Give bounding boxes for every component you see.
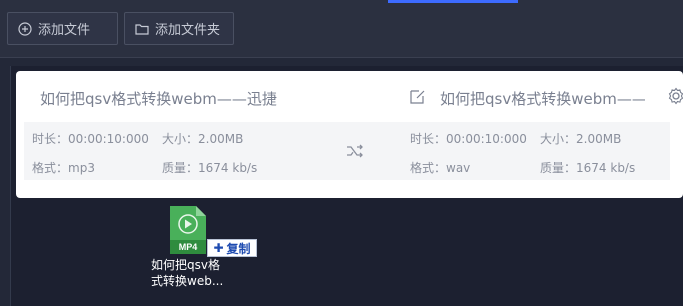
conversion-task-card[interactable]: 如何把qsv格式转换webm——迅捷 如何把qsv格式转换webm—— 时长：0…: [16, 71, 683, 198]
target-file-name[interactable]: 如何把qsv格式转换webm——: [440, 88, 645, 109]
toolbar: 添加文件 添加文件夹: [0, 0, 683, 57]
add-folder-label: 添加文件夹: [155, 23, 221, 38]
target-format: 格式：wav: [410, 161, 471, 175]
folder-icon: [135, 23, 149, 35]
target-quality: 质量：1674 kb/s: [540, 161, 636, 175]
copy-label: 复制: [226, 241, 251, 256]
add-folder-button[interactable]: 添加文件夹: [124, 12, 234, 45]
copy-drop-indicator: ✚ 复制: [207, 239, 257, 257]
source-format: 格式：mp3: [32, 161, 95, 175]
target-size: 大小：2.00MB: [540, 132, 622, 146]
shuffle-icon: [347, 144, 363, 158]
source-duration: 时长：00:00:10:000: [32, 132, 149, 146]
source-size: 大小：2.00MB: [162, 132, 244, 146]
target-duration: 时长：00:00:10:000: [410, 132, 527, 146]
source-file-name: 如何把qsv格式转换webm——迅捷: [40, 90, 277, 108]
add-file-label: 添加文件: [38, 23, 91, 38]
add-file-button[interactable]: 添加文件: [7, 12, 118, 45]
plus-icon: ✚: [213, 241, 224, 255]
edit-icon[interactable]: [409, 88, 426, 105]
active-tab-indicator: [388, 0, 518, 3]
plus-circle-icon: [18, 21, 32, 36]
file-info-panel: 时长：00:00:10:000 大小：2.00MB 格式：mp3 质量：1674…: [24, 122, 670, 180]
mp4-file-icon: MP4: [170, 206, 206, 254]
source-quality: 质量：1674 kb/s: [162, 161, 258, 175]
dragged-file-name: 如何把qsv格式转换web...: [151, 258, 224, 288]
file-type-badge: MP4: [179, 242, 198, 252]
gear-icon[interactable]: [667, 87, 683, 105]
